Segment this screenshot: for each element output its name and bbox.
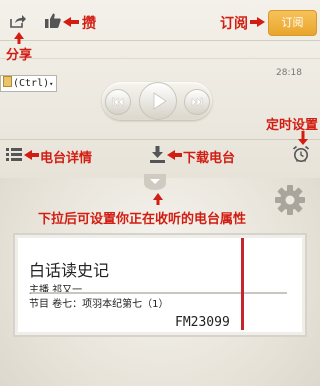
timer-annotation: 定时设置	[266, 118, 319, 133]
play-button[interactable]	[139, 82, 177, 120]
dropdown-arrow-icon: ▾	[49, 80, 54, 88]
subscribe-button[interactable]: 订阅	[268, 10, 317, 36]
tuning-needle[interactable]	[241, 238, 244, 330]
alarm-clock-icon[interactable]	[292, 145, 310, 163]
thumbs-up-icon[interactable]	[45, 13, 61, 28]
station-card[interactable]: 白话读史记 主播 祁又一 节目 卷七：项羽本纪第七（1） FM23099	[13, 233, 307, 337]
gear-icon[interactable]	[274, 184, 306, 216]
station-program: 节目 卷七：项羽本纪第七（1）	[29, 299, 169, 310]
frequency-dial	[31, 292, 287, 294]
fast-forward-icon	[191, 97, 203, 107]
rewind-icon	[112, 97, 124, 107]
download-annotation: 下载电台	[183, 151, 236, 166]
share-annotation-arrow	[14, 32, 24, 44]
download-icon[interactable]	[150, 146, 165, 163]
subscribe-annotation: 订阅	[220, 16, 248, 32]
pull-down-hint: 下拉后可设置你正在收听的电台属性	[38, 212, 247, 227]
playback-time: 28:18	[276, 68, 302, 78]
rewind-button[interactable]	[105, 89, 131, 115]
details-annotation: 电台详情	[40, 151, 93, 166]
progress-track[interactable]	[0, 58, 320, 59]
bottom-bar-divider	[0, 139, 320, 140]
share-annotation: 分享	[6, 48, 33, 63]
fast-forward-button[interactable]	[184, 89, 210, 115]
subscribe-annotation-arrow	[250, 17, 265, 27]
ctrl-badge-label: (Ctrl)	[13, 78, 50, 89]
station-title: 白话读史记	[29, 261, 110, 280]
share-icon[interactable]	[10, 14, 26, 28]
details-annotation-arrow	[24, 150, 39, 160]
download-annotation-arrow	[167, 150, 182, 160]
timer-annotation-arrow	[298, 131, 308, 145]
play-icon	[153, 92, 167, 110]
header-divider	[0, 40, 320, 41]
pull-down-handle[interactable]	[144, 174, 166, 190]
clipboard-icon	[3, 76, 12, 87]
station-frequency: FM23099	[175, 315, 230, 330]
ctrl-paste-badge[interactable]: (Ctrl)▾	[0, 75, 58, 92]
like-annotation: 攒	[82, 16, 96, 32]
like-annotation-arrow	[63, 17, 79, 27]
details-list-icon[interactable]	[6, 148, 22, 161]
hint-annotation-arrow	[153, 193, 163, 205]
